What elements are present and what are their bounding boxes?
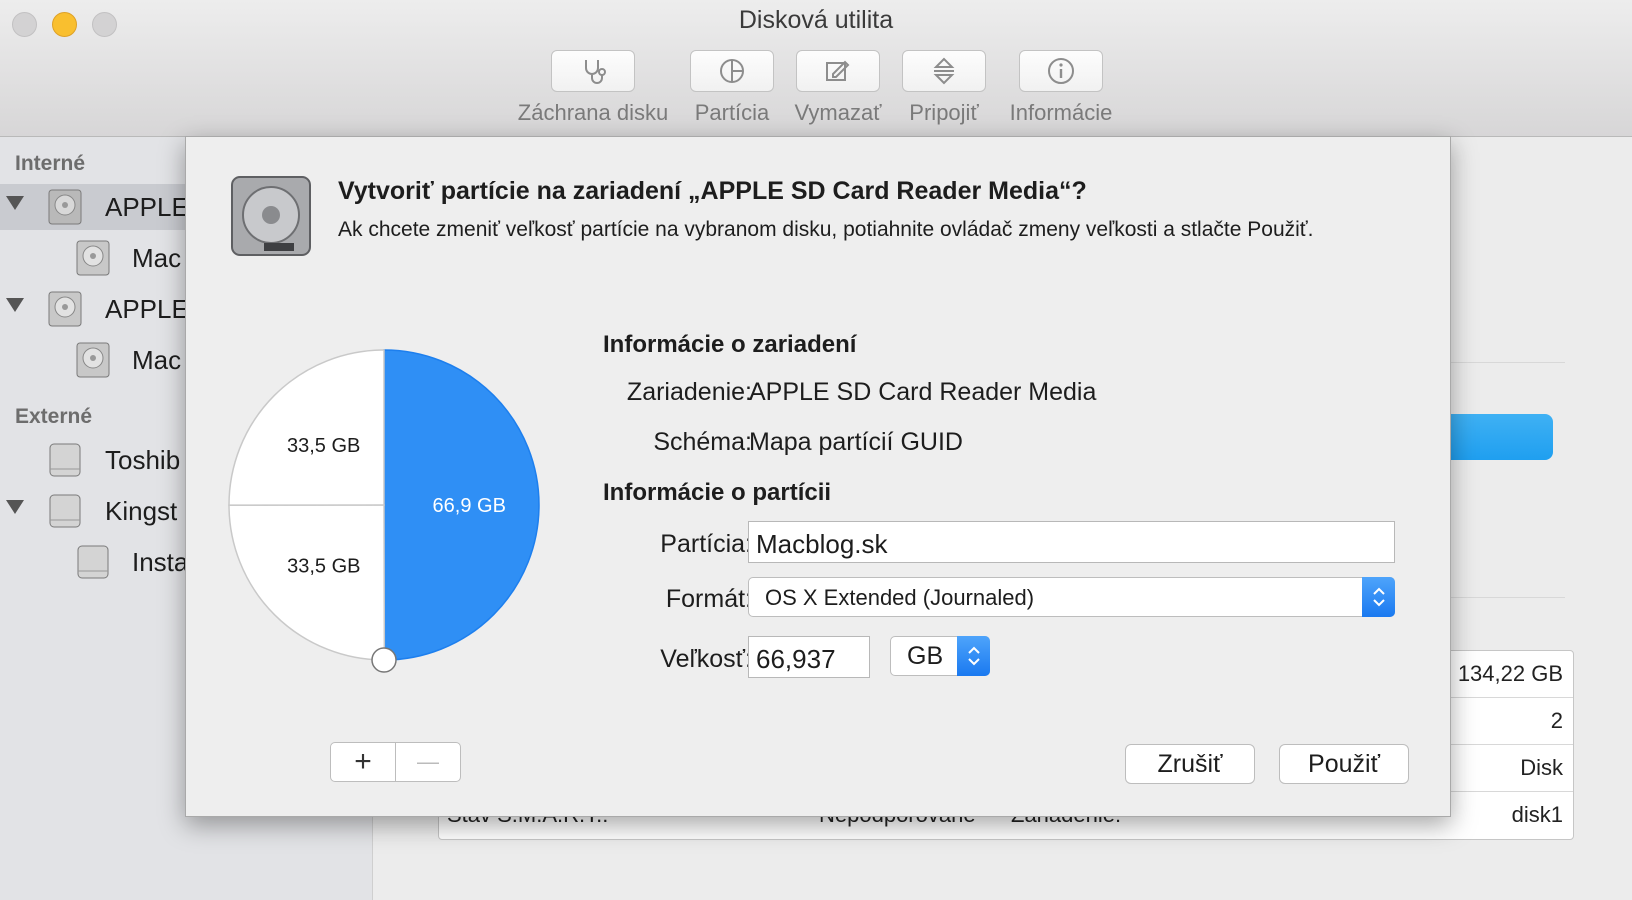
device-value: APPLE SD Card Reader Media	[749, 378, 1097, 406]
unit-select[interactable]: GB	[890, 636, 990, 676]
first-aid-button[interactable]	[551, 50, 635, 92]
chevron-up-down-icon	[967, 646, 980, 666]
info-label: Informácie	[1009, 100, 1113, 125]
pie-chart-icon	[720, 59, 744, 83]
external-disk-icon	[49, 443, 81, 477]
info-capacity-value: 134,22 GB	[1457, 661, 1563, 686]
format-select-arrows[interactable]	[1362, 577, 1395, 617]
scheme-value: Mapa partícií GUID	[749, 428, 963, 456]
sidebar-item-label: Insta	[132, 547, 189, 577]
sidebar-item-label: APPLE	[105, 294, 189, 324]
remove-partition-button[interactable]: —	[395, 742, 461, 782]
info-device-value: disk1	[1511, 802, 1563, 827]
first-aid-label: Záchrana disku	[517, 100, 669, 125]
volume-icon	[76, 342, 110, 378]
add-partition-button[interactable]: +	[330, 742, 396, 782]
chevron-up-down-icon	[1372, 587, 1385, 607]
sidebar-item-label: Kingst	[105, 496, 178, 526]
pie-slice-label: 66,9 GB	[433, 495, 506, 517]
sidebar-section-internal: Interné	[15, 152, 86, 175]
device-info-title: Informácie o zariadení	[603, 331, 857, 358]
sidebar-section-external: Externé	[15, 405, 93, 428]
sidebar-item-label: Mac	[132, 345, 182, 375]
external-volume-icon	[77, 545, 109, 579]
divider	[1440, 362, 1565, 363]
external-disk-icon	[49, 494, 81, 528]
apply-button[interactable]: Použiť	[1279, 744, 1409, 784]
hard-disk-icon	[231, 176, 311, 256]
mount-icon	[933, 57, 955, 85]
plus-icon: +	[354, 745, 372, 778]
sheet-heading: Vytvoriť partície na zariadení „APPLE SD…	[338, 177, 1087, 205]
pie-slice[interactable]	[228, 349, 385, 506]
internal-disk-icon	[48, 291, 82, 327]
format-select-value: OS X Extended (Journaled)	[765, 585, 1035, 610]
device-label: Zariadenie:	[626, 378, 752, 406]
size-input[interactable]: 66,937	[748, 636, 870, 678]
partition-name-label: Partícia:	[660, 530, 752, 558]
disclosure-triangle-icon[interactable]	[6, 196, 24, 210]
pie-slice-label: 33,5 GB	[287, 555, 360, 577]
minus-icon: —	[417, 749, 439, 774]
partition-name-input[interactable]: Macblog.sk	[748, 521, 1395, 563]
info-icon	[1048, 58, 1074, 84]
sheet-description: Ak chcete zmeniť veľkosť partície na vyb…	[338, 218, 1314, 241]
info-child-count-value: 2	[1550, 708, 1563, 733]
pie-slice-label: 33,5 GB	[287, 435, 360, 457]
partition-button[interactable]	[690, 50, 774, 92]
internal-disk-icon	[48, 189, 82, 225]
partition-pie-chart[interactable]: 66,9 GB 33,5 GB 33,5 GB	[226, 342, 566, 682]
resize-handle[interactable]	[371, 647, 397, 673]
scheme-label: Schéma:	[653, 428, 752, 456]
mount-button[interactable]	[902, 50, 986, 92]
format-select[interactable]: OS X Extended (Journaled)	[748, 577, 1395, 617]
sidebar-item-label: Toshib	[105, 445, 181, 475]
sidebar-item-label: Mac	[132, 243, 182, 273]
partition-label: Partícia	[694, 100, 770, 125]
eraser-icon	[826, 60, 850, 81]
stethoscope-icon	[585, 60, 606, 84]
mount-label: Pripojiť	[909, 100, 979, 125]
divider	[1440, 597, 1565, 598]
partition-info-title: Informácie o partícii	[603, 479, 832, 506]
disclosure-triangle-icon[interactable]	[6, 298, 24, 312]
format-label: Formát:	[665, 585, 752, 613]
info-button[interactable]	[1019, 50, 1103, 92]
volume-icon	[76, 240, 110, 276]
partition-sheet: Vytvoriť partície na zariadení „APPLE SD…	[185, 136, 1451, 817]
sidebar-item-label: APPLE	[105, 192, 189, 222]
erase-button[interactable]	[796, 50, 880, 92]
window-title: Disková utilita	[738, 6, 894, 34]
pie-slice[interactable]	[228, 504, 386, 661]
cancel-button[interactable]: Zrušiť	[1125, 744, 1255, 784]
info-type-value: Disk	[1520, 755, 1563, 780]
erase-label: Vymazať	[794, 100, 882, 125]
disclosure-triangle-icon[interactable]	[6, 500, 24, 514]
unit-select-arrows[interactable]	[957, 636, 990, 676]
title-bar: Disková utilita Záchrana disku Partícia …	[0, 0, 1632, 137]
size-label: Veľkosť:	[660, 645, 752, 673]
unit-select-value: GB	[907, 642, 944, 670]
